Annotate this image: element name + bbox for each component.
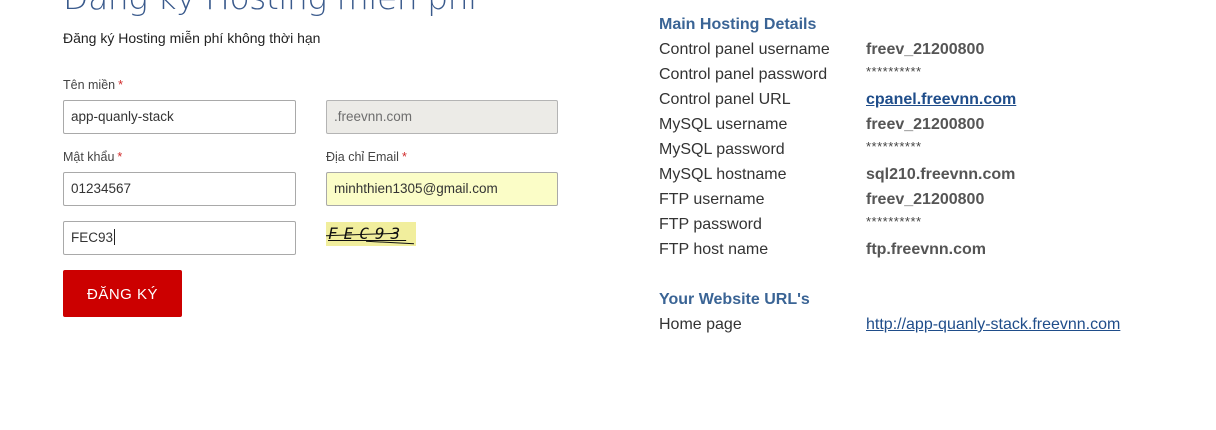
- password-label-text: Mật khẩu: [63, 150, 115, 164]
- detail-label: Control panel username: [659, 41, 830, 58]
- register-button[interactable]: ĐĂNG KÝ: [63, 270, 182, 317]
- detail-label: FTP password: [659, 216, 762, 233]
- detail-label: MySQL username: [659, 116, 788, 133]
- text-caret: [114, 229, 116, 246]
- detail-row: Control panel password **********: [659, 62, 1179, 87]
- required-mark: *: [118, 78, 123, 92]
- page-title: Đăng ký Hosting miễn phí: [63, 0, 477, 17]
- password-label: Mật khẩu *: [63, 150, 122, 164]
- email-label-text: Địa chỉ Email: [326, 150, 399, 164]
- detail-value-masked: **********: [866, 139, 922, 154]
- detail-row: FTP host name ftp.freevnn.com: [659, 237, 1179, 262]
- home-page-label: Home page: [659, 316, 742, 333]
- email-label: Địa chỉ Email *: [326, 150, 407, 164]
- password-input[interactable]: 01234567: [63, 172, 296, 206]
- detail-row: Control panel URL cpanel.freevnn.com: [659, 87, 1179, 112]
- domain-input[interactable]: app-quanly-stack: [63, 100, 296, 134]
- website-url-title: Your Website URL's: [659, 291, 810, 308]
- detail-value: ftp.freevnn.com: [866, 241, 987, 258]
- detail-label: Control panel URL: [659, 91, 791, 108]
- captcha-image: FEC93: [326, 222, 416, 246]
- detail-value: sql210.freevnn.com: [866, 166, 1016, 183]
- domain-label: Tên miền *: [63, 78, 123, 92]
- required-mark: *: [401, 150, 407, 164]
- detail-label: MySQL password: [659, 141, 785, 158]
- page: Đăng ký Hosting miễn phí Đăng ký Hosting…: [0, 0, 1216, 430]
- detail-value-masked: **********: [866, 64, 922, 79]
- main-hosting-details-title: Main Hosting Details: [659, 16, 817, 33]
- hosting-details-panel: Main Hosting Details Control panel usern…: [659, 12, 1179, 337]
- detail-row: MySQL password **********: [659, 137, 1179, 162]
- page-subtitle: Đăng ký Hosting miễn phí không thời hạn: [63, 30, 321, 46]
- required-mark: *: [117, 150, 123, 164]
- detail-label: MySQL hostname: [659, 166, 787, 183]
- detail-label: Control panel password: [659, 66, 828, 83]
- domain-label-text: Tên miền: [63, 78, 116, 92]
- home-page-link[interactable]: http://app-quanly-stack.freevnn.com: [866, 312, 1120, 337]
- detail-label: FTP host name: [659, 241, 769, 258]
- captcha-input[interactable]: FEC93: [63, 221, 296, 255]
- domain-suffix-field: .freevnn.com: [326, 100, 558, 134]
- cpanel-url-link[interactable]: cpanel.freevnn.com: [866, 87, 1016, 112]
- detail-row: Home page http://app-quanly-stack.freevn…: [659, 312, 1179, 337]
- detail-row: FTP password **********: [659, 212, 1179, 237]
- email-input[interactable]: minhthien1305@gmail.com: [326, 172, 558, 206]
- captcha-input-value: FEC93: [71, 230, 114, 245]
- detail-value-masked: **********: [866, 214, 922, 229]
- detail-label: FTP username: [659, 191, 765, 208]
- detail-row: MySQL hostname sql210.freevnn.com: [659, 162, 1179, 187]
